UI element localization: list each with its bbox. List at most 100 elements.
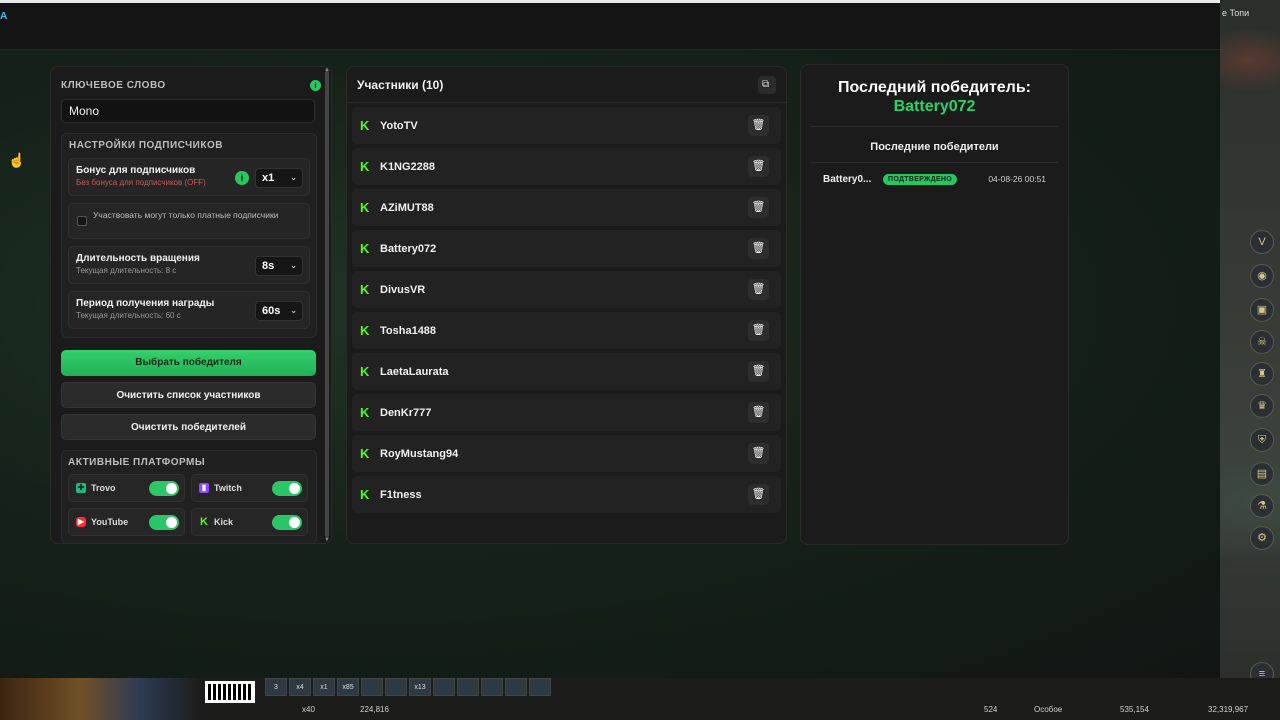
copy-icon: ⧉ [762,78,770,90]
platform-name: Trovo [91,483,116,493]
paid-only-label: Участвовать могут только платные подписч… [93,210,279,220]
recent-winner-name: Battery0... [823,173,872,185]
browser-window: A ☝ ▲ ▼ КЛЮЧЕВОЕ СЛОВО i Mono НАСТРОЙКИ … [0,0,1220,678]
hotbar-slot[interactable]: 3 [265,678,287,696]
shield-icon[interactable]: ⛨ [1250,428,1274,452]
participant-name: RoyMustang94 [380,447,459,460]
gear-icon[interactable]: ⚙ [1250,526,1274,550]
paid-only-checkbox[interactable] [77,216,87,226]
castle-icon[interactable]: ♜ [1250,362,1274,386]
reward-select[interactable]: 60s ⌄ [255,301,303,321]
platform-name: YouTube [91,517,129,527]
spin-select[interactable]: 8s ⌄ [255,256,303,276]
scroll-down-icon[interactable]: ▼ [324,537,330,543]
trash-icon[interactable]: 🗑 [748,443,769,464]
youtube-toggle[interactable] [149,515,179,530]
platforms-label: АКТИВНЫЕ ПЛАТФОРМЫ [68,457,206,468]
trophy-icon[interactable]: ♛ [1250,394,1274,418]
scroll-up-icon[interactable]: ▲ [324,67,330,73]
chevron-down-icon: ⌄ [290,173,297,182]
keyword-label: КЛЮЧЕВОЕ СЛОВО [61,79,166,91]
kick-icon: K [360,445,370,461]
brand-label: A [0,11,8,22]
subscriber-settings: НАСТРОЙКИ ПОДПИСЧИКОВ Бонус для подписчи… [61,133,317,338]
potion-icon[interactable]: ⚗ [1250,494,1274,518]
divider [811,162,1058,163]
trovo-icon: ✚ [76,483,86,493]
twitch-icon: ▮ [199,483,209,493]
hotbar-slot[interactable] [481,678,503,696]
kick-icon: K [360,404,370,420]
trash-icon[interactable]: 🗑 [748,361,769,382]
trash-icon[interactable]: 🗑 [748,156,769,177]
kick-icon: K [360,322,370,338]
pick-winner-button[interactable]: Выбрать победителя [61,350,316,376]
recent-winner-time: 04-08-26 00:51 [988,174,1046,184]
hotbar-slot[interactable] [361,678,383,696]
hotbar-slot[interactable]: x1 [313,678,335,696]
bonus-select[interactable]: x1 ⌄ [255,168,303,188]
trash-icon[interactable]: 🗑 [748,238,769,259]
platform-youtube: ▶ YouTube [68,508,185,536]
kick-icon: K [200,516,208,528]
kick-icon: K [360,117,370,133]
skull-icon[interactable]: ☠ [1250,330,1274,354]
globe-icon[interactable]: ◉ [1250,264,1274,288]
hotbar-slot[interactable] [433,678,455,696]
participant-name: Tosha1488 [380,324,437,337]
trash-icon[interactable]: 🗑 [748,279,769,300]
paid-only-setting[interactable]: Участвовать могут только платные подписч… [68,203,310,239]
kick-icon: K [360,281,370,297]
info-icon[interactable]: i [310,79,321,91]
hotbar-slot[interactable]: x13 [409,678,431,696]
platform-name: Kick [214,517,234,527]
kick-icon: K [360,199,370,215]
participant-row: K F1tness 🗑 [352,476,781,513]
participant-name: DenKr777 [380,406,432,419]
mouse-cursor-icon: ☝ [8,152,26,168]
twitch-toggle[interactable] [272,481,302,496]
copy-list-button[interactable]: ⧉ [758,75,776,94]
scroll-icon[interactable]: ▤ [1250,462,1274,486]
clear-winners-button[interactable]: Очистить победителей [61,414,316,440]
hotbar-slot[interactable]: x4 [289,678,311,696]
trash-icon[interactable]: 🗑 [748,115,769,136]
clear-participants-button[interactable]: Очистить список участников [61,382,316,408]
top-bar: A [0,0,1220,50]
v-emblem-icon[interactable]: V [1250,230,1274,254]
participant-name: YotoTV [380,119,418,132]
participants-list: K YotoTV 🗑 K K1NG2288 🗑 K AZiMUT88 🗑 K Battery0… [347,103,786,521]
trash-icon[interactable]: 🗑 [748,402,769,423]
chevron-down-icon: ⌄ [290,306,297,315]
platform-twitch: ▮ Twitch [191,474,308,502]
treasure-icon[interactable]: ▣ [1250,298,1274,322]
hotbar-slot[interactable] [385,678,407,696]
kick-icon: K [360,240,370,256]
keyword-input[interactable]: Mono [61,99,315,123]
participants-panel: Участники (10) ⧉ K YotoTV 🗑 K K1NG2288 🗑 K AZ… [346,66,787,544]
active-platforms: АКТИВНЫЕ ПЛАТФОРМЫ ✚ Trovo ▮ Twitch ▶ Yo… [61,450,317,543]
participant-name: K1NG2288 [380,160,436,173]
participants-title: Участники (10) [357,77,444,92]
spin-select-value: 8s [262,260,275,272]
participant-row: K DivusVR 🗑 [352,271,781,308]
participant-name: AZiMUT88 [380,201,434,214]
trash-icon[interactable]: 🗑 [748,484,769,505]
participant-name: DivusVR [380,283,426,296]
hud-value: 224,816 [360,705,389,714]
trash-icon[interactable]: 🗑 [748,197,769,218]
kick-icon: K [360,158,370,174]
kick-toggle[interactable] [272,515,302,530]
hotbar-slot[interactable]: x85 [337,678,359,696]
trovo-toggle[interactable] [149,481,179,496]
bonus-info-icon[interactable]: i [235,171,249,185]
participant-row: K RoyMustang94 🗑 [352,435,781,472]
hotbar-slot[interactable] [529,678,551,696]
hotbar-slot[interactable] [457,678,479,696]
subscriber-settings-label: НАСТРОЙКИ ПОДПИСЧИКОВ [69,140,223,151]
hotbar-slot[interactable] [505,678,527,696]
hud-value: x40 [302,705,315,714]
trash-icon[interactable]: 🗑 [748,320,769,341]
participant-row: K K1NG2288 🗑 [352,148,781,185]
settings-scrollbar[interactable] [325,71,329,537]
